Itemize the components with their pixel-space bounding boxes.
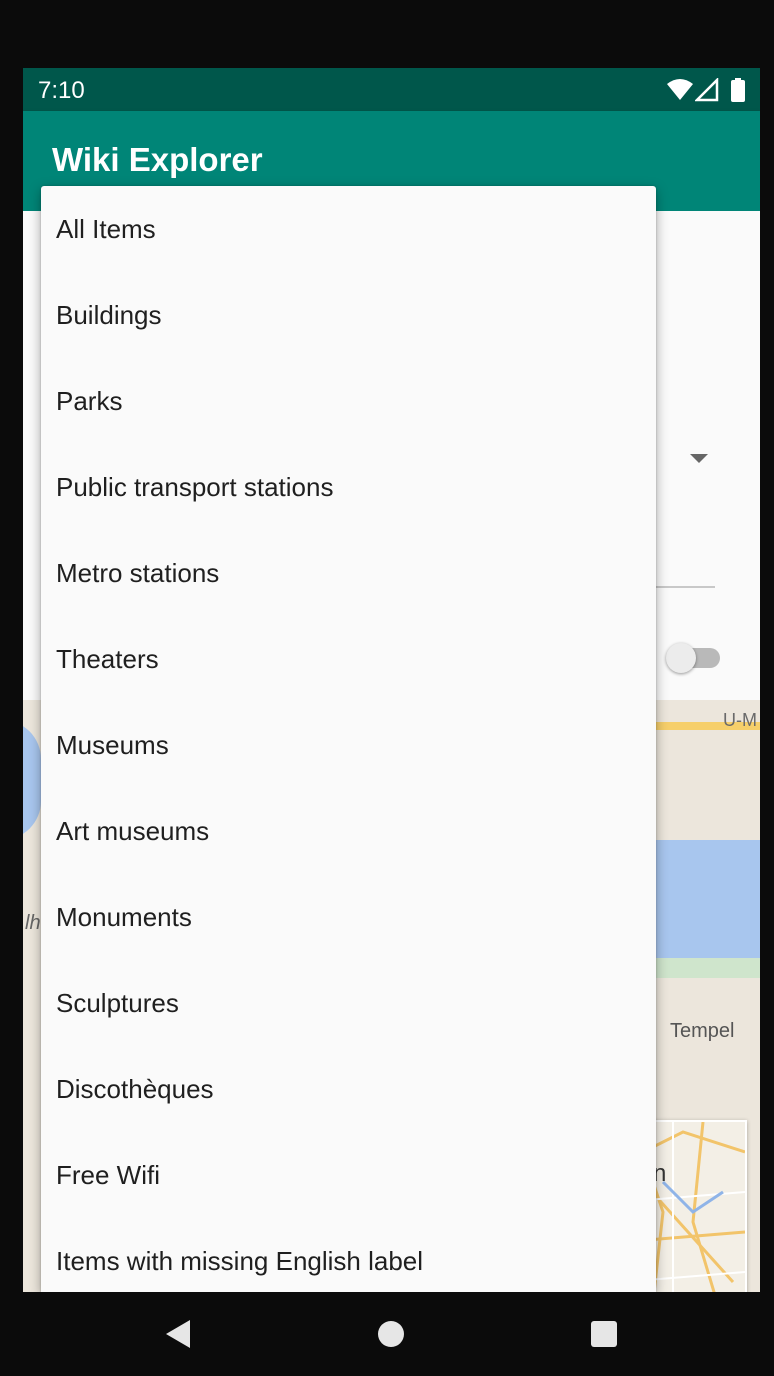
chevron-down-icon[interactable]	[690, 454, 708, 463]
dropdown-item[interactable]: Public transport stations	[41, 444, 656, 530]
dropdown-item[interactable]: Parks	[41, 358, 656, 444]
dropdown-item[interactable]: Free Wifi	[41, 1132, 656, 1218]
dropdown-item[interactable]: Sculptures	[41, 960, 656, 1046]
status-time: 7:10	[38, 77, 85, 104]
map-label: U-M	[723, 710, 757, 730]
category-dropdown-menu: All Items Buildings Parks Public transpo…	[41, 186, 656, 1292]
back-icon[interactable]	[163, 1318, 193, 1355]
home-icon[interactable]	[377, 1318, 405, 1355]
app-title: Wiki Explorer	[52, 141, 263, 178]
dropdown-item[interactable]: Items with missing English label	[41, 1218, 656, 1292]
navigation-bar	[0, 1292, 774, 1376]
cell-signal-icon	[693, 76, 719, 107]
map-river	[23, 720, 41, 840]
screen: 7:10 Wiki Explorer U-M lh Tempel n All I…	[23, 68, 760, 1292]
device-frame: 7:10 Wiki Explorer U-M lh Tempel n All I…	[0, 0, 774, 1376]
wifi-icon	[666, 78, 694, 107]
toggle-switch[interactable]	[666, 643, 722, 673]
dropdown-item[interactable]: Monuments	[41, 874, 656, 960]
dropdown-item[interactable]: Metro stations	[41, 530, 656, 616]
dropdown-item[interactable]: Theaters	[41, 616, 656, 702]
toggle-thumb	[666, 643, 696, 673]
dropdown-item[interactable]: Museums	[41, 702, 656, 788]
battery-icon	[731, 78, 745, 107]
map-label: lh	[25, 912, 41, 934]
recents-icon[interactable]	[590, 1318, 618, 1355]
map-label: Tempel	[670, 1020, 735, 1042]
status-bar: 7:10	[23, 68, 760, 111]
dropdown-item[interactable]: Buildings	[41, 272, 656, 358]
dropdown-item[interactable]: Discothèques	[41, 1046, 656, 1132]
dropdown-item[interactable]: Art museums	[41, 788, 656, 874]
dropdown-item[interactable]: All Items	[41, 186, 656, 272]
